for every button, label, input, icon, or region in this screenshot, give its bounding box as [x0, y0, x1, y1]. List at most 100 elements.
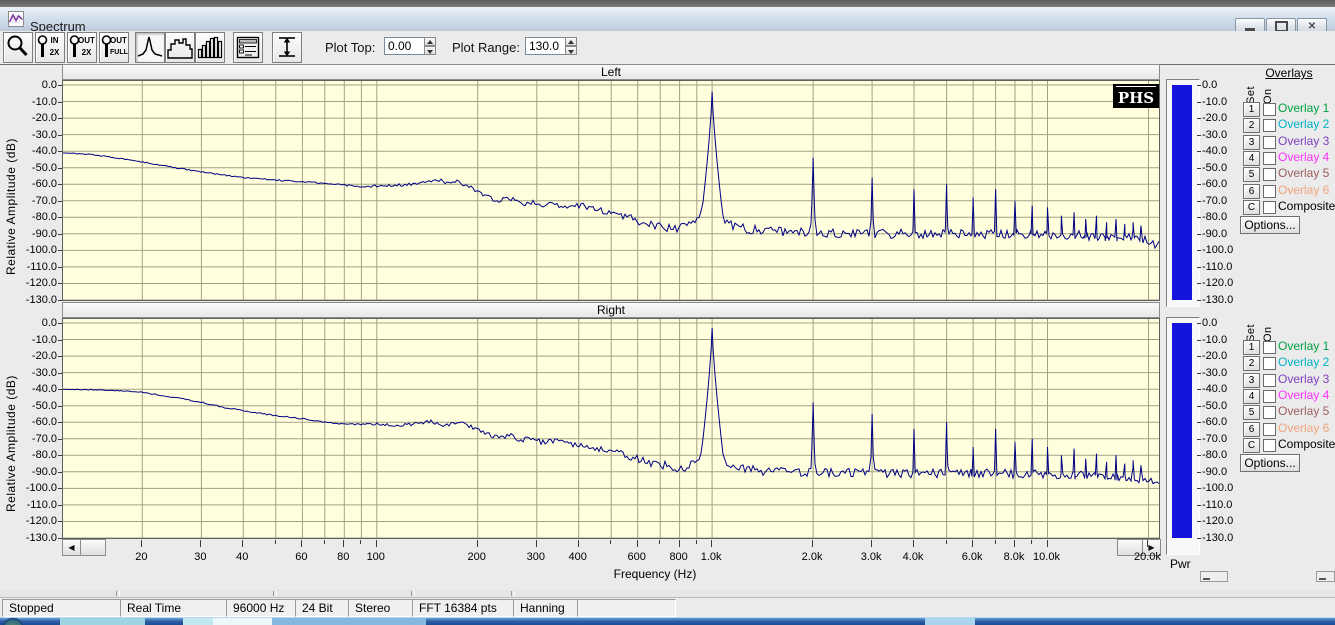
spin-down-icon[interactable]: [424, 46, 436, 55]
spin-down-icon[interactable]: [565, 46, 577, 55]
bar-spectrum-view-button[interactable]: [195, 32, 225, 63]
y-tick-mark: [58, 168, 62, 169]
overlay-set-button-5[interactable]: 5: [1243, 405, 1260, 420]
x-tick-label: 6.0k: [952, 551, 992, 563]
left-arrow-icon: ◀: [68, 543, 74, 552]
overlay-on-checkbox[interactable]: [1263, 185, 1276, 198]
overlay-set-button-4[interactable]: 4: [1243, 151, 1260, 166]
taskbar-button[interactable]: [60, 618, 145, 625]
stepped-spectrum-view-button[interactable]: [165, 32, 195, 63]
line-spectrum-view-button[interactable]: [135, 32, 165, 63]
overlay-set-button-5[interactable]: 5: [1243, 167, 1260, 182]
meter-tick-mark: [1197, 184, 1201, 185]
meter-tick-mark: [1197, 135, 1201, 136]
overlay-on-checkbox[interactable]: [1263, 168, 1276, 181]
zoom-in-2x-button[interactable]: IN2X: [35, 32, 65, 63]
overlay-on-checkbox[interactable]: [1263, 423, 1276, 436]
left-spectrum-plot[interactable]: [62, 80, 1160, 301]
right-spectrum-plot[interactable]: [62, 318, 1160, 539]
app-icon: [8, 11, 24, 27]
overlay-options-button[interactable]: Options...: [1240, 216, 1300, 234]
overlay-on-checkbox[interactable]: [1263, 103, 1276, 116]
start-button[interactable]: [3, 618, 23, 625]
overlay-on-checkbox[interactable]: [1263, 406, 1276, 419]
overlay-options-button[interactable]: Options...: [1240, 454, 1300, 472]
meter-tick-mark: [1197, 250, 1201, 251]
meter-tick-label: -110.0: [1202, 499, 1242, 511]
list-icon: [234, 33, 262, 62]
x-tick-mark: [1047, 540, 1048, 547]
overlays-on-column-label: On: [1262, 85, 1274, 104]
overlay-set-button-1[interactable]: 1: [1243, 340, 1260, 355]
x-tick-mark: [536, 540, 537, 547]
overlay-set-button-3[interactable]: 3: [1243, 373, 1260, 388]
y-tick-mark: [58, 201, 62, 202]
overlay-on-checkbox[interactable]: [1263, 374, 1276, 387]
meter-tick-label: -50.0: [1202, 162, 1242, 174]
overlay-label: Overlay 1: [1278, 102, 1329, 115]
x-tick-mark: [659, 540, 660, 544]
spin-up-icon[interactable]: [424, 37, 436, 46]
x-tick-mark: [696, 540, 697, 544]
status-segment-real-time: Real Time: [120, 599, 232, 617]
overlay-on-checkbox[interactable]: [1263, 136, 1276, 149]
overlay-set-button-2[interactable]: 2: [1243, 356, 1260, 371]
plot-range-input[interactable]: [525, 37, 566, 55]
meter-tick-mark: [1197, 118, 1201, 119]
overlay-set-button-c[interactable]: C: [1243, 438, 1260, 453]
overlay-label: Overlay 2: [1278, 356, 1329, 369]
scroll-left-button[interactable]: ◀: [62, 539, 81, 556]
overlay-set-button-2[interactable]: 2: [1243, 118, 1260, 133]
taskbar-button[interactable]: [925, 618, 975, 625]
taskbar-button[interactable]: [183, 618, 213, 625]
meter-tick-label: -40.0: [1202, 383, 1242, 395]
y-tick-label: -120.0: [0, 515, 57, 527]
overlay-on-checkbox[interactable]: [1263, 201, 1276, 214]
y-tick-mark: [58, 300, 62, 301]
overlay-set-button-c[interactable]: C: [1243, 200, 1260, 215]
x-tick-mark: [477, 540, 478, 547]
taskbar-button[interactable]: [213, 618, 272, 625]
overlay-on-checkbox[interactable]: [1263, 390, 1276, 403]
meter-tick-label: -10.0: [1202, 96, 1242, 108]
overlay-set-button-4[interactable]: 4: [1243, 389, 1260, 404]
spin-up-icon[interactable]: [565, 37, 577, 46]
overlay-set-button-3[interactable]: 3: [1243, 135, 1260, 150]
zoom-out-full-button[interactable]: OUTFULL: [99, 32, 129, 63]
meter-tick-mark: [1197, 340, 1201, 341]
overlay-set-button-6[interactable]: 6: [1243, 184, 1260, 199]
x-tick-mark: [242, 540, 243, 547]
zoom-button-text: OUT2X: [78, 35, 95, 59]
overlay-set-button-6[interactable]: 6: [1243, 422, 1260, 437]
y-tick-mark: [58, 505, 62, 506]
x-axis-title: Frequency (Hz): [505, 567, 805, 581]
status-bar: StoppedReal Time96000 Hz24 BitStereoFFT …: [0, 597, 1335, 618]
vertical-range-button[interactable]: [272, 32, 302, 63]
overlay-on-checkbox[interactable]: [1263, 357, 1276, 370]
meter-tick-label: -100.0: [1202, 244, 1242, 256]
scroll-thumb-left[interactable]: [80, 539, 106, 556]
y-tick-mark: [58, 85, 62, 86]
taskbar-button[interactable]: [272, 618, 426, 625]
windows-taskbar[interactable]: [0, 617, 1335, 625]
zoom-tool-button[interactable]: [3, 32, 33, 63]
title-bar[interactable]: Spectrum ✕: [0, 7, 1335, 32]
display-options-button[interactable]: [233, 32, 263, 63]
overlay-on-checkbox[interactable]: [1263, 119, 1276, 132]
overlay-set-button-1[interactable]: 1: [1243, 102, 1260, 117]
plot-range-spinner: [565, 37, 577, 55]
resize-grip[interactable]: [1316, 571, 1335, 582]
overlay-on-checkbox[interactable]: [1263, 341, 1276, 354]
meter-tick-label: -100.0: [1202, 482, 1242, 494]
resize-grip[interactable]: [1200, 571, 1228, 582]
zoom-out-2x-button[interactable]: OUT2X: [67, 32, 97, 63]
y-tick-label: -130.0: [0, 532, 57, 544]
overlay-on-checkbox[interactable]: [1263, 152, 1276, 165]
overlay-on-checkbox[interactable]: [1263, 439, 1276, 452]
x-tick-mark: [637, 540, 638, 547]
y-tick-label: -30.0: [0, 129, 57, 141]
meter-tick-label: -120.0: [1202, 277, 1242, 289]
overlay-label: Overlay 4: [1278, 389, 1329, 402]
y-tick-label: -100.0: [0, 244, 57, 256]
plot-top-input[interactable]: [384, 37, 425, 55]
